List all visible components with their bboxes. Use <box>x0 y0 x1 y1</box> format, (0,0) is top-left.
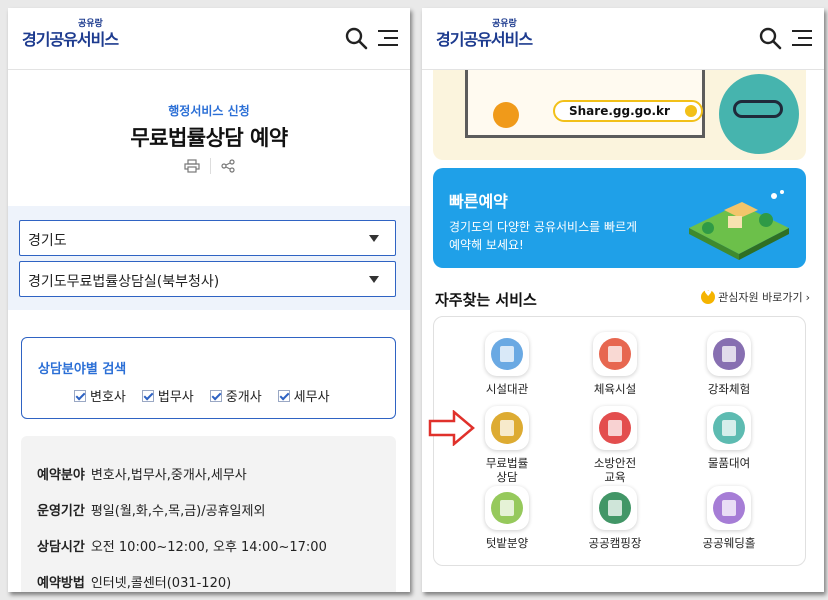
banner-url: Share.gg.go.kr <box>553 100 703 122</box>
tool-divider <box>209 158 211 174</box>
service-label: 공공캠핑장 <box>588 536 642 550</box>
service-label: 무료법률 상담 <box>485 456 529 484</box>
quick-title: 빠른예약 <box>449 192 508 211</box>
region-select-value: 경기도 <box>28 233 67 249</box>
checkbox-icon[interactable] <box>74 389 86 402</box>
reservation-info: 예약분야 변호사,법무사,중개사,세무사 운영기간 평일(월,화,수,목,금)/공휴… <box>21 436 396 592</box>
checkbox-lawyer[interactable]: 변호사 <box>74 386 126 405</box>
checkbox-tax-accountant[interactable]: 세무사 <box>277 386 330 405</box>
info-label: 예약분야 <box>37 468 85 483</box>
page-title: 무료법률상담 예약 <box>130 126 288 150</box>
site-logo[interactable]: 공유랑 경기공유서비스 <box>22 19 119 50</box>
info-value: 변호사,법무사,중개사,세무사 <box>90 468 247 483</box>
checkbox-icon[interactable] <box>277 389 290 402</box>
breadcrumb-subtitle: 행정서비스 신청 <box>168 104 250 118</box>
plant-icon[interactable] <box>485 486 529 530</box>
chevron-down-icon <box>369 235 379 242</box>
print-icon[interactable] <box>183 159 200 173</box>
gavel-icon[interactable] <box>485 406 529 450</box>
favorites-link-label: 관심자원 바로가기 <box>718 291 803 304</box>
field-search-title: 상담분야별 검색 <box>38 362 127 377</box>
info-label: 예약방법 <box>37 576 85 591</box>
service-item[interactable]: 체육시설 <box>560 332 670 396</box>
place-select[interactable]: 경기도무료법률상담실(북부청사) <box>19 261 396 297</box>
place-select-value: 경기도무료법률상담실(북부청사) <box>28 274 220 290</box>
service-item[interactable]: 텃밭분양 <box>452 486 562 550</box>
sports-icon[interactable] <box>593 332 637 376</box>
field-search-box: 상담분야별 검색 변호사 법무사 중개사 세무사 <box>21 337 396 419</box>
title-tools <box>8 158 410 174</box>
checkbox-icon[interactable] <box>141 389 154 402</box>
info-row: 예약분야 변호사,법무사,중개사,세무사 <box>37 464 247 483</box>
sunflower-icon <box>493 102 519 128</box>
heart-icon <box>701 289 716 304</box>
service-label: 소방안전 교육 <box>593 456 637 484</box>
service-label: 강좌체험 <box>707 382 751 396</box>
checkbox-judicial-scrivener[interactable]: 법무사 <box>141 386 194 405</box>
site-logo[interactable]: 공유랑 경기공유서비스 <box>436 19 533 50</box>
logo-text: 경기공유서비스 <box>436 30 533 49</box>
logo-text: 경기공유서비스 <box>22 30 119 49</box>
checkbox-label: 변호사 <box>90 390 126 405</box>
info-value: 오전 10:00~12:00, 오후 14:00~17:00 <box>90 540 327 555</box>
logo-subtext: 공유랑 <box>492 19 517 29</box>
info-value: 평일(월,화,수,목,금)/공휴일제외 <box>90 504 266 519</box>
info-row: 운영기간 평일(월,화,수,목,금)/공휴일제외 <box>37 500 265 519</box>
info-label: 상담시간 <box>37 540 85 555</box>
fire-extinguisher-icon[interactable] <box>593 406 637 450</box>
checkbox-realtor[interactable]: 중개사 <box>209 386 262 405</box>
service-label: 물품대여 <box>707 456 751 470</box>
search-icon[interactable] <box>758 26 782 50</box>
field-checkboxes: 변호사 법무사 중개사 세무사 <box>74 386 330 405</box>
service-item[interactable]: 소방안전 교육 <box>560 406 670 484</box>
checkbox-label: 법무사 <box>157 390 194 405</box>
menu-icon[interactable] <box>376 26 400 50</box>
right-screen: 공유랑 경기공유서비스 Share.gg.go.kr 빠른예약 경기도의 다양한… <box>422 8 824 592</box>
checkbox-label: 중개사 <box>225 390 262 405</box>
service-label: 텃밭분양 <box>485 536 529 550</box>
search-icon[interactable] <box>344 26 368 50</box>
chevron-down-icon <box>369 276 379 283</box>
service-item[interactable]: 강좌체험 <box>674 332 784 396</box>
tent-icon[interactable] <box>593 486 637 530</box>
promo-banner[interactable]: Share.gg.go.kr <box>433 70 806 160</box>
logo-subtext: 공유랑 <box>78 19 103 29</box>
glasses-icon <box>733 100 783 118</box>
isometric-town-icon <box>689 190 789 260</box>
info-value: 인터넷,콜센터(031-120) <box>90 576 232 591</box>
pointer-arrow-icon <box>428 410 475 446</box>
region-select[interactable]: 경기도 <box>19 220 396 256</box>
top-header: 공유랑 경기공유서비스 <box>422 8 824 70</box>
top-header: 공유랑 경기공유서비스 <box>8 8 410 70</box>
service-item[interactable]: 물품대여 <box>674 406 784 470</box>
checkbox-label: 세무사 <box>293 390 330 405</box>
favorites-link[interactable]: 관심자원 바로가기 › <box>701 289 810 305</box>
lecture-icon[interactable] <box>707 332 751 376</box>
box-icon[interactable] <box>707 406 751 450</box>
info-row: 상담시간 오전 10:00~12:00, 오후 14:00~17:00 <box>37 536 327 555</box>
service-item[interactable]: 공공캠핑장 <box>560 486 670 550</box>
building-icon[interactable] <box>485 332 529 376</box>
service-item[interactable]: 공공웨딩홀 <box>674 486 784 550</box>
info-row: 예약방법 인터넷,콜센터(031-120) <box>37 572 231 591</box>
section-title: 자주찾는 서비스 <box>435 291 537 309</box>
info-label: 운영기간 <box>37 504 85 519</box>
menu-icon[interactable] <box>790 26 814 50</box>
service-item[interactable]: 시설대관 <box>452 332 562 396</box>
quick-reservation-banner[interactable]: 빠른예약 경기도의 다양한 공유서비스를 빠르게 예약해 보세요! <box>433 168 806 268</box>
share-icon[interactable] <box>220 159 235 173</box>
left-screen: 공유랑 경기공유서비스 행정서비스 신청 무료법률상담 예약 경기도 경기도무료… <box>8 8 410 592</box>
service-label: 공공웨딩홀 <box>702 536 756 550</box>
checkbox-icon[interactable] <box>209 389 222 402</box>
chevron-right-icon: › <box>805 290 810 304</box>
quick-description: 경기도의 다양한 공유서비스를 빠르게 예약해 보세요! <box>449 220 638 252</box>
wedding-icon[interactable] <box>707 486 751 530</box>
service-label: 시설대관 <box>485 382 529 396</box>
service-label: 체육시설 <box>593 382 637 396</box>
